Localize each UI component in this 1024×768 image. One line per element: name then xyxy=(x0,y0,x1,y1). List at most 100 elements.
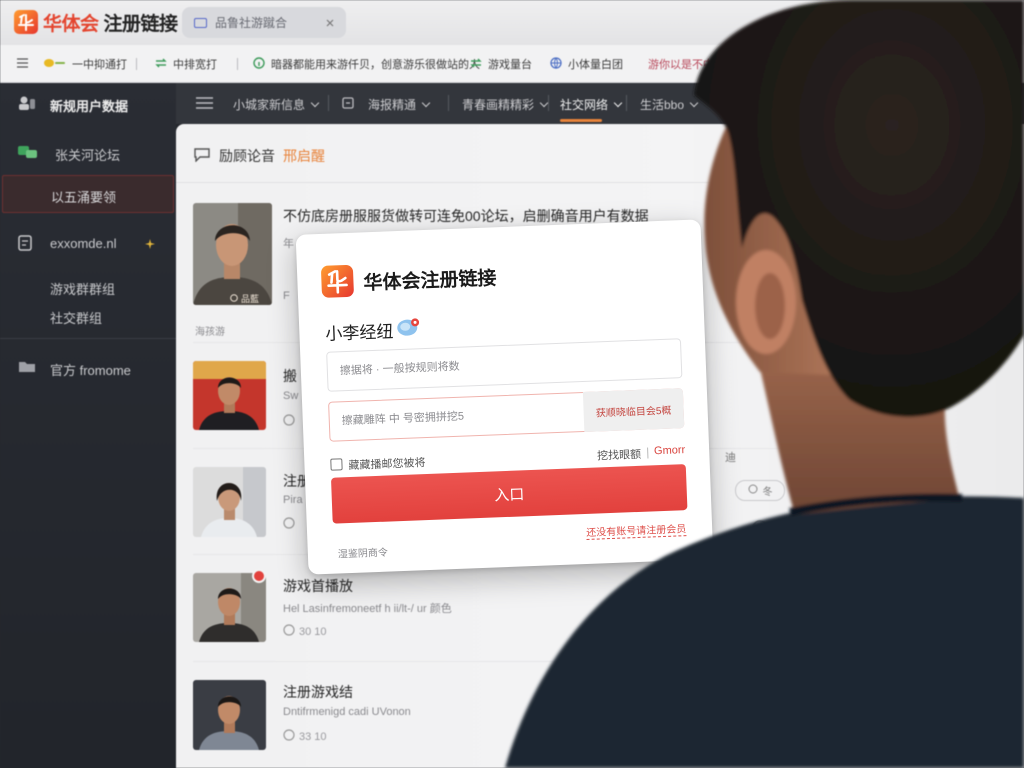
post-stats: 30 10 xyxy=(283,624,327,639)
section-highlight[interactable]: 邢启醒 xyxy=(283,146,325,166)
bookmark-item[interactable]: 一中抑通打 xyxy=(44,56,127,72)
nav-item-youth[interactable]: 青春画精精彩 xyxy=(462,96,549,113)
bookmark-item[interactable]: 小体量白团 xyxy=(550,56,623,72)
nav-item-label: 小城家新信息 xyxy=(233,98,306,112)
nav-item-label: 海报精通 xyxy=(368,98,417,112)
username-input[interactable] xyxy=(326,338,683,392)
browser-tab[interactable]: 品鲁社游蹴合 xyxy=(182,7,346,38)
post-excerpt: Sw xyxy=(283,390,299,402)
agreement-link[interactable]: 湿鉴阴商令 xyxy=(338,544,388,561)
post-title[interactable]: 搬 xyxy=(283,366,297,386)
post-stats: 33 10 xyxy=(283,729,327,744)
brand-mark-icon xyxy=(14,10,38,34)
post-stats-value: 30 10 xyxy=(299,625,327,638)
post-excerpt: Pira xyxy=(283,494,303,506)
logo-text-primary: 华体会 xyxy=(43,13,99,35)
side-action-label[interactable]: 题 xyxy=(800,483,811,499)
sidebar-item-label: 新规用户数据 xyxy=(50,99,129,114)
link-divider xyxy=(646,447,649,459)
comment-icon xyxy=(193,147,211,165)
grid-icon xyxy=(194,17,207,28)
get-code-button[interactable]: 获顺晓临目会5概 xyxy=(582,388,685,432)
modal-brand-title: 华体会注册链接 xyxy=(363,268,497,295)
post-excerpt: Dntifrmenigd cadi UVonon xyxy=(283,706,411,718)
forgot-password-link[interactable]: 挖找眼额 xyxy=(597,446,642,464)
chevron-down-icon xyxy=(310,98,320,107)
nav-item-posters[interactable]: 海报精通 xyxy=(368,96,431,113)
share-icon[interactable] xyxy=(752,520,768,539)
browser-top-bar: 华体会 注册链接 品鲁社游蹴合 xyxy=(0,0,1024,45)
globe-icon xyxy=(550,56,562,72)
sidebar-item-forum[interactable]: 张关河论坛 xyxy=(0,140,176,166)
info-icon xyxy=(253,56,265,72)
chat-bubble-icon xyxy=(396,316,421,342)
bookmark-icon[interactable] xyxy=(788,522,800,537)
sidebar-item-label: 以五涌要领 xyxy=(51,190,117,205)
menu-icon[interactable] xyxy=(17,58,28,68)
avatar[interactable] xyxy=(193,573,266,642)
sidebar-item-social-groups[interactable]: 社交群组 xyxy=(0,303,176,329)
bookmark-item[interactable]: 游你以是不中 xyxy=(648,56,714,72)
nav-divider xyxy=(548,95,549,111)
chevron-down-icon xyxy=(421,98,431,107)
bookmark-label: 小体量白团 xyxy=(568,59,623,71)
nav-item-social[interactable]: 社交网络 xyxy=(560,96,623,113)
chevron-down-icon xyxy=(613,98,623,107)
close-icon[interactable] xyxy=(326,16,334,30)
sidebar-item-game-groups[interactable]: 游戏群群组 xyxy=(0,274,176,300)
avatar[interactable]: 品藍 xyxy=(193,203,272,305)
folder-icon xyxy=(18,359,36,376)
sidebar-item-official[interactable]: 官方 fromome xyxy=(0,355,176,381)
login-submit-button[interactable]: 入口 xyxy=(330,464,688,524)
avatar-tag: 品藍 xyxy=(230,292,259,305)
avatar[interactable] xyxy=(193,467,266,537)
swap-icon xyxy=(470,58,482,71)
avatar[interactable] xyxy=(193,361,266,430)
login-links: 挖找眼额 Gmorr xyxy=(597,444,686,463)
sidebar-item-users[interactable]: 新规用户数据 xyxy=(0,91,176,117)
badge-icon xyxy=(230,293,238,304)
post-title[interactable]: 游戏首播放 xyxy=(283,576,353,596)
top-nav: 小城家新信息 海报精通 青春画精精彩 社交网络 生活bbo xyxy=(176,83,1024,124)
section-title: 励顾论音 xyxy=(219,148,275,164)
users-icon xyxy=(18,95,36,114)
toolbar-divider xyxy=(136,58,137,70)
bookmark-item[interactable]: 中排宽打 xyxy=(155,56,217,72)
modal-subtitle: 小李经纽 xyxy=(325,316,421,345)
bookmarks-toolbar: 一中抑通打 中排宽打 暗器都能用来游仟贝，创意游乐很做站的人 游戏量台 小体量白… xyxy=(0,45,1024,83)
sidebar-item-label: exxomde.nl xyxy=(50,236,117,251)
bookmark-label: 游你以是不中 xyxy=(648,59,714,71)
side-action-label[interactable]: 迪 xyxy=(725,449,736,465)
nav-item-city[interactable]: 小城家新信息 xyxy=(233,96,320,113)
chevron-down-icon xyxy=(539,98,549,107)
register-link[interactable]: 还没有账号请注册会员 xyxy=(585,520,687,540)
sidebar-item-active[interactable]: 以五涌要领 xyxy=(2,175,174,213)
chevron-down-icon xyxy=(689,98,699,107)
post-title[interactable]: 注册游戏结 xyxy=(283,682,353,702)
bookmark-item[interactable]: 游戏量台 xyxy=(470,56,532,72)
sidebar-item-label: 社交群组 xyxy=(50,311,103,326)
square-icon[interactable] xyxy=(342,97,354,109)
remember-label[interactable]: 藏藏播邮您被将 xyxy=(348,454,426,473)
sidebar-item-domain[interactable]: exxomde.nl xyxy=(0,231,176,257)
avatar[interactable] xyxy=(193,680,266,750)
nav-divider xyxy=(328,95,329,111)
bookmark-label: 一中抑通打 xyxy=(72,59,127,71)
alt-login-link[interactable]: Gmorr xyxy=(654,444,686,461)
bookmark-item[interactable]: 暗器都能用来游仟贝，创意游乐很做站的人 xyxy=(253,56,480,72)
section-header: 励顾论音 邢启醒 xyxy=(193,146,325,166)
comment-icon xyxy=(283,729,295,744)
logo-text-secondary: 注册链接 xyxy=(103,13,179,35)
nav-item-life[interactable]: 生活bbo xyxy=(640,96,699,113)
post-stats xyxy=(283,414,295,429)
hamburger-icon[interactable] xyxy=(196,97,213,109)
remember-checkbox[interactable] xyxy=(330,458,343,471)
sidebar-item-label: 官方 fromome xyxy=(50,363,131,378)
avatar-caption: 海孩游 xyxy=(195,327,225,338)
coin-icon xyxy=(44,58,66,71)
document-icon xyxy=(18,235,32,254)
site-logo[interactable]: 华体会 注册链接 xyxy=(14,9,178,35)
side-action-pill[interactable]: 冬 xyxy=(735,480,785,501)
sidebar-divider xyxy=(0,338,176,339)
comment-icon xyxy=(283,517,295,532)
